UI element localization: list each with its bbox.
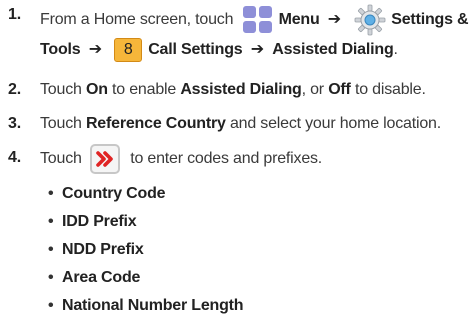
step-text: to disable.	[354, 81, 426, 98]
bullet-dot: •	[48, 297, 54, 314]
step-text: to enable	[112, 81, 177, 98]
instructions-document: 1. From a Home screen, touch Menu ➔ Sett…	[0, 0, 473, 322]
step-text: From a Home screen, touch	[40, 11, 234, 29]
off-label: Off	[328, 81, 351, 98]
step-4-line: Touch to enter codes and prefixes.	[40, 144, 322, 174]
step-text: .	[393, 41, 398, 58]
assisted-dialing-label: Assisted Dialing	[272, 41, 394, 58]
step-number: 4.	[8, 149, 21, 166]
settings-gear-icon	[354, 4, 386, 36]
step-1-line-1: From a Home screen, touch Menu ➔ Setting…	[40, 4, 469, 36]
step-text: Touch	[40, 81, 82, 98]
arrow-icon: ➔	[88, 41, 102, 58]
menu-label: Menu	[278, 11, 320, 29]
list-item: • Country Code	[48, 180, 243, 208]
bullet-dot: •	[48, 185, 54, 202]
forward-chevron-icon	[89, 144, 120, 174]
list-item: • Area Code	[48, 264, 243, 292]
bullet-text: NDD Prefix	[62, 241, 144, 258]
step-1-line-2: Tools ➔ 8 Call Settings ➔ Assisted Dialin…	[40, 36, 398, 64]
step-text: , or	[301, 81, 325, 98]
code-options-list: • Country Code • IDD Prefix • NDD Prefix • A…	[48, 180, 244, 320]
bullet-dot: •	[48, 241, 54, 258]
step-text: Touch	[40, 115, 82, 132]
bullet-text: National Number Length	[62, 297, 244, 314]
menu-grid-icon	[242, 6, 273, 34]
key-8-icon: 8	[114, 37, 143, 62]
step-number: 3.	[8, 115, 21, 132]
list-item: • National Number Length	[48, 292, 244, 320]
bullet-dot: •	[48, 213, 54, 230]
bullet-text: Country Code	[62, 185, 166, 202]
bullet-text: Area Code	[62, 269, 141, 286]
step-text: and select your home location.	[229, 115, 441, 132]
step-text: Touch	[40, 150, 82, 168]
assisted-dialing-label: Assisted Dialing	[180, 81, 302, 98]
reference-country-label: Reference Country	[85, 115, 226, 132]
list-item: • NDD Prefix	[48, 236, 243, 264]
arrow-icon: ➔	[250, 41, 264, 58]
step-3-line: Touch Reference Country and select your …	[40, 110, 441, 138]
settings-label: Settings &	[391, 11, 469, 29]
bullet-text: IDD Prefix	[62, 213, 137, 230]
call-settings-label: Call Settings	[148, 41, 243, 58]
on-label: On	[85, 81, 108, 98]
step-text: to enter codes and prefixes.	[130, 150, 323, 168]
step-number: 1.	[8, 6, 21, 23]
arrow-icon: ➔	[327, 11, 342, 29]
list-item: • IDD Prefix	[48, 208, 243, 236]
step-2-line: Touch On to enable Assisted Dialing, or …	[40, 76, 426, 104]
bullet-dot: •	[48, 269, 54, 286]
tools-label: Tools	[40, 41, 81, 58]
step-number: 2.	[8, 81, 21, 98]
